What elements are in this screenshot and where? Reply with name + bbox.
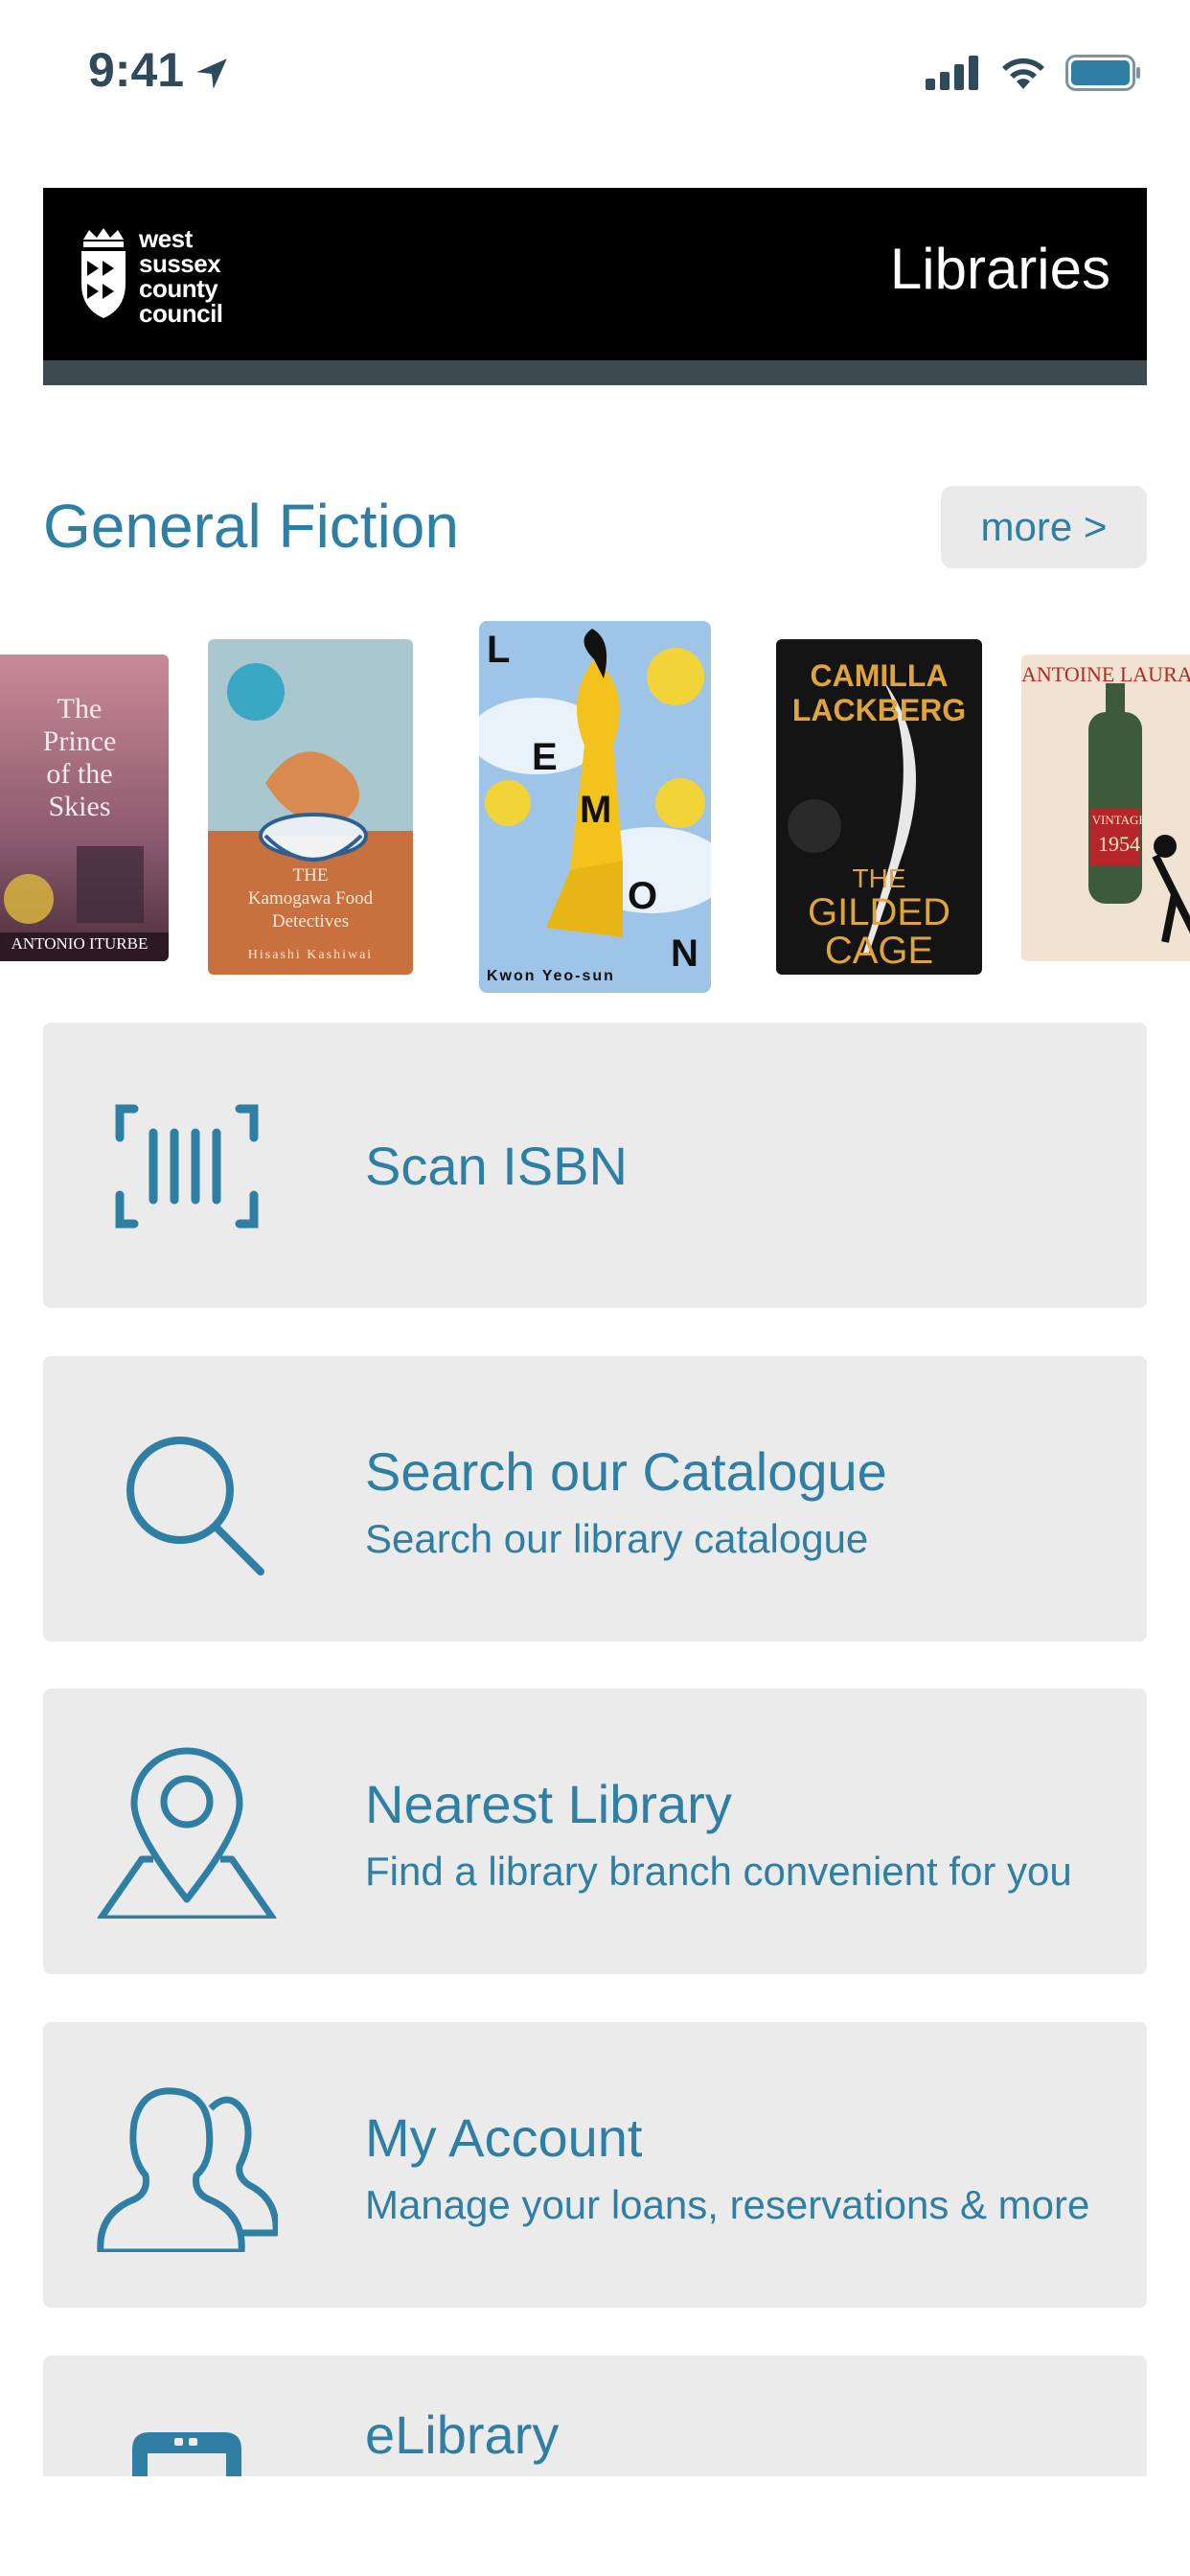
card-title: Scan ISBN [365,1136,628,1196]
location-arrow-icon [196,58,227,89]
barcode-scan-icon [115,1104,259,1229]
status-time: 9:41 [88,43,185,97]
card-title: eLibrary [365,2404,560,2465]
book-cover[interactable]: The Prince of the Skies ANTONIO ITURBE [0,655,169,961]
search-icon [126,1437,264,1576]
section-title: General Fiction [43,492,459,561]
card-subtitle: Manage your loans, reservations & more [365,2182,1090,2227]
scan-isbn-card[interactable]: Scan ISBN [43,1023,1147,1308]
bottom-fade [0,2476,1190,2576]
card-title: Search our Catalogue [365,1441,887,1502]
header-banner: west sussex county council Libraries [43,188,1147,385]
battery-icon [1065,55,1140,91]
crest-icon [81,228,126,318]
home-screen: 9:41 west sussex county council Librarie… [0,0,1190,2576]
nearest-library-card[interactable]: Nearest Library Find a library branch co… [43,1689,1147,1974]
map-pin-icon [97,1747,277,1919]
cellular-signal-icon [926,56,978,90]
book-cover[interactable]: L E M O N Kwon Yeo-sun [479,621,711,993]
users-icon [97,2087,278,2252]
book-cover[interactable]: THE Kamogawa Food Detectives Hisashi Kas… [208,639,413,975]
logo-text: west sussex county council [139,224,223,328]
card-subtitle: Find a library branch convenient for you [365,1849,1072,1894]
my-account-card[interactable]: My Account Manage your loans, reservatio… [43,2022,1147,2308]
banner-strip [43,360,1147,385]
card-subtitle: Search our library catalogue [365,1516,869,1561]
banner-title: Libraries [889,237,1110,301]
book-cover[interactable]: ANTOINE LAURAIN VINTAGE 1954 [1021,655,1190,961]
search-catalogue-card[interactable]: Search our Catalogue Search our library … [43,1356,1147,1642]
book-carousel[interactable]: The Prince of the Skies ANTONIO ITURBE T… [0,613,1190,997]
card-title: Nearest Library [365,1774,732,1834]
more-button[interactable]: more > [941,486,1147,568]
status-indicators [926,54,1142,92]
book-cover[interactable]: CAMILLA LACKBERG THE GILDED CAGE [776,639,982,975]
card-title: My Account [365,2107,643,2168]
wifi-icon [1002,58,1044,89]
council-logo: west sussex county council [78,226,223,326]
book-cover-art [1021,655,1190,961]
